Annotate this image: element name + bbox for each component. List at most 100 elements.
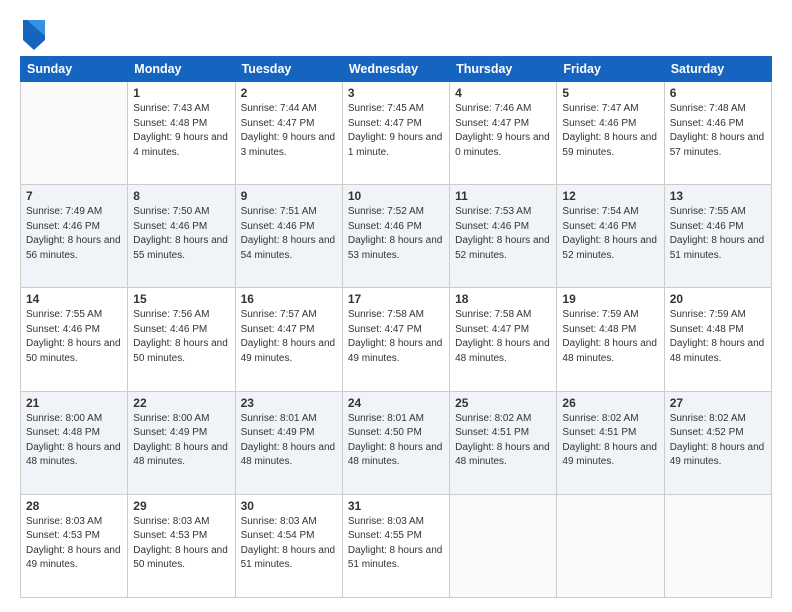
logo bbox=[20, 22, 45, 50]
calendar-cell: 20 Sunrise: 7:59 AMSunset: 4:48 PMDayligh… bbox=[664, 288, 771, 391]
day-number: 29 bbox=[133, 499, 229, 513]
calendar-cell: 10 Sunrise: 7:52 AMSunset: 4:46 PMDayligh… bbox=[342, 185, 449, 288]
calendar-cell: 9Sunrise: 7:51 AMSunset: 4:46 PMDaylight… bbox=[235, 185, 342, 288]
day-info: Sunrise: 7:59 AMSunset: 4:48 PMDaylight:… bbox=[670, 308, 766, 366]
day-info: Sunrise: 7:43 AMSunset: 4:48 PMDaylight:… bbox=[133, 102, 229, 160]
weekday-header: Friday bbox=[557, 57, 664, 82]
day-number: 18 bbox=[455, 292, 551, 306]
day-number: 31 bbox=[348, 499, 444, 513]
day-number: 27 bbox=[670, 396, 766, 410]
weekday-header: Wednesday bbox=[342, 57, 449, 82]
day-number: 2 bbox=[241, 86, 337, 100]
calendar-cell: 6 Sunrise: 7:48 AMSunset: 4:46 PMDaylight… bbox=[664, 82, 771, 185]
day-number: 4 bbox=[455, 86, 551, 100]
weekday-header: Sunday bbox=[21, 57, 128, 82]
calendar-week-row: 14 Sunrise: 7:55 AMSunset: 4:46 PMDayligh… bbox=[21, 288, 772, 391]
calendar-cell: 26 Sunrise: 8:02 AMSunset: 4:51 PMDayligh… bbox=[557, 391, 664, 494]
day-number: 20 bbox=[670, 292, 766, 306]
day-info: Sunrise: 7:58 AMSunset: 4:47 PMDaylight:… bbox=[455, 308, 551, 366]
calendar-cell: 7 Sunrise: 7:49 AMSunset: 4:46 PMDaylight… bbox=[21, 185, 128, 288]
day-number: 26 bbox=[562, 396, 658, 410]
day-info: Sunrise: 7:51 AMSunset: 4:46 PMDaylight:… bbox=[241, 205, 337, 263]
day-info: Sunrise: 8:02 AMSunset: 4:52 PMDaylight:… bbox=[670, 412, 766, 470]
day-number: 7 bbox=[26, 189, 122, 203]
calendar-cell: 29 Sunrise: 8:03 AMSunset: 4:53 PMDayligh… bbox=[128, 494, 235, 597]
calendar-cell: 15Sunrise: 7:56 AMSunset: 4:46 PMDayligh… bbox=[128, 288, 235, 391]
calendar-week-row: 21 Sunrise: 8:00 AMSunset: 4:48 PMDayligh… bbox=[21, 391, 772, 494]
day-info: Sunrise: 7:52 AMSunset: 4:46 PMDaylight:… bbox=[348, 205, 444, 263]
day-number: 14 bbox=[26, 292, 122, 306]
calendar-cell: 13Sunrise: 7:55 AMSunset: 4:46 PMDayligh… bbox=[664, 185, 771, 288]
calendar-cell: 28 Sunrise: 8:03 AMSunset: 4:53 PMDayligh… bbox=[21, 494, 128, 597]
calendar-cell: 3 Sunrise: 7:45 AMSunset: 4:47 PMDaylight… bbox=[342, 82, 449, 185]
day-info: Sunrise: 8:03 AMSunset: 4:53 PMDaylight:… bbox=[133, 515, 229, 573]
day-info: Sunrise: 7:58 AMSunset: 4:47 PMDaylight:… bbox=[348, 308, 444, 366]
calendar-header-row: SundayMondayTuesdayWednesdayThursdayFrid… bbox=[21, 57, 772, 82]
day-number: 8 bbox=[133, 189, 229, 203]
day-info: Sunrise: 7:55 AMSunset: 4:46 PMDaylight:… bbox=[670, 205, 766, 263]
calendar-cell: 19Sunrise: 7:59 AMSunset: 4:48 PMDayligh… bbox=[557, 288, 664, 391]
calendar-cell: 16 Sunrise: 7:57 AMSunset: 4:47 PMDayligh… bbox=[235, 288, 342, 391]
day-info: Sunrise: 7:49 AMSunset: 4:46 PMDaylight:… bbox=[26, 205, 122, 263]
day-info: Sunrise: 7:45 AMSunset: 4:47 PMDaylight:… bbox=[348, 102, 444, 160]
calendar-cell: 11Sunrise: 7:53 AMSunset: 4:46 PMDayligh… bbox=[450, 185, 557, 288]
day-number: 25 bbox=[455, 396, 551, 410]
calendar-cell: 23Sunrise: 8:01 AMSunset: 4:49 PMDayligh… bbox=[235, 391, 342, 494]
weekday-header: Thursday bbox=[450, 57, 557, 82]
calendar-table: SundayMondayTuesdayWednesdayThursdayFrid… bbox=[20, 56, 772, 598]
day-number: 28 bbox=[26, 499, 122, 513]
day-info: Sunrise: 8:03 AMSunset: 4:53 PMDaylight:… bbox=[26, 515, 122, 573]
weekday-header: Monday bbox=[128, 57, 235, 82]
day-info: Sunrise: 7:48 AMSunset: 4:46 PMDaylight:… bbox=[670, 102, 766, 160]
day-number: 12 bbox=[562, 189, 658, 203]
logo-icon bbox=[23, 20, 45, 50]
day-info: Sunrise: 8:01 AMSunset: 4:49 PMDaylight:… bbox=[241, 412, 337, 470]
calendar-cell: 31Sunrise: 8:03 AMSunset: 4:55 PMDayligh… bbox=[342, 494, 449, 597]
calendar-cell bbox=[21, 82, 128, 185]
day-info: Sunrise: 8:00 AMSunset: 4:48 PMDaylight:… bbox=[26, 412, 122, 470]
day-number: 21 bbox=[26, 396, 122, 410]
day-info: Sunrise: 7:54 AMSunset: 4:46 PMDaylight:… bbox=[562, 205, 658, 263]
day-info: Sunrise: 7:46 AMSunset: 4:47 PMDaylight:… bbox=[455, 102, 551, 160]
page: SundayMondayTuesdayWednesdayThursdayFrid… bbox=[0, 0, 792, 612]
weekday-header: Saturday bbox=[664, 57, 771, 82]
calendar-cell: 27 Sunrise: 8:02 AMSunset: 4:52 PMDayligh… bbox=[664, 391, 771, 494]
calendar-cell: 17 Sunrise: 7:58 AMSunset: 4:47 PMDayligh… bbox=[342, 288, 449, 391]
day-info: Sunrise: 7:47 AMSunset: 4:46 PMDaylight:… bbox=[562, 102, 658, 160]
day-number: 3 bbox=[348, 86, 444, 100]
day-info: Sunrise: 7:44 AMSunset: 4:47 PMDaylight:… bbox=[241, 102, 337, 160]
calendar-week-row: 1 Sunrise: 7:43 AMSunset: 4:48 PMDaylight… bbox=[21, 82, 772, 185]
calendar-cell: 5Sunrise: 7:47 AMSunset: 4:46 PMDaylight… bbox=[557, 82, 664, 185]
day-number: 6 bbox=[670, 86, 766, 100]
day-info: Sunrise: 8:02 AMSunset: 4:51 PMDaylight:… bbox=[455, 412, 551, 470]
header bbox=[20, 18, 772, 50]
day-info: Sunrise: 7:57 AMSunset: 4:47 PMDaylight:… bbox=[241, 308, 337, 366]
day-number: 24 bbox=[348, 396, 444, 410]
calendar-cell: 18 Sunrise: 7:58 AMSunset: 4:47 PMDayligh… bbox=[450, 288, 557, 391]
day-number: 30 bbox=[241, 499, 337, 513]
calendar-cell: 25 Sunrise: 8:02 AMSunset: 4:51 PMDayligh… bbox=[450, 391, 557, 494]
day-info: Sunrise: 7:50 AMSunset: 4:46 PMDaylight:… bbox=[133, 205, 229, 263]
day-info: Sunrise: 7:55 AMSunset: 4:46 PMDaylight:… bbox=[26, 308, 122, 366]
day-number: 22 bbox=[133, 396, 229, 410]
day-info: Sunrise: 8:02 AMSunset: 4:51 PMDaylight:… bbox=[562, 412, 658, 470]
calendar-cell bbox=[557, 494, 664, 597]
day-number: 1 bbox=[133, 86, 229, 100]
calendar-cell: 21 Sunrise: 8:00 AMSunset: 4:48 PMDayligh… bbox=[21, 391, 128, 494]
day-info: Sunrise: 8:01 AMSunset: 4:50 PMDaylight:… bbox=[348, 412, 444, 470]
calendar-cell: 2 Sunrise: 7:44 AMSunset: 4:47 PMDaylight… bbox=[235, 82, 342, 185]
calendar-cell: 14 Sunrise: 7:55 AMSunset: 4:46 PMDayligh… bbox=[21, 288, 128, 391]
calendar-cell: 8 Sunrise: 7:50 AMSunset: 4:46 PMDaylight… bbox=[128, 185, 235, 288]
day-number: 16 bbox=[241, 292, 337, 306]
calendar-cell: 30 Sunrise: 8:03 AMSunset: 4:54 PMDayligh… bbox=[235, 494, 342, 597]
calendar-cell: 22Sunrise: 8:00 AMSunset: 4:49 PMDayligh… bbox=[128, 391, 235, 494]
day-info: Sunrise: 8:03 AMSunset: 4:54 PMDaylight:… bbox=[241, 515, 337, 573]
calendar-cell bbox=[664, 494, 771, 597]
day-number: 17 bbox=[348, 292, 444, 306]
day-number: 10 bbox=[348, 189, 444, 203]
calendar-cell: 4 Sunrise: 7:46 AMSunset: 4:47 PMDaylight… bbox=[450, 82, 557, 185]
calendar-cell: 24 Sunrise: 8:01 AMSunset: 4:50 PMDayligh… bbox=[342, 391, 449, 494]
day-number: 11 bbox=[455, 189, 551, 203]
day-number: 15 bbox=[133, 292, 229, 306]
calendar-cell: 1 Sunrise: 7:43 AMSunset: 4:48 PMDaylight… bbox=[128, 82, 235, 185]
